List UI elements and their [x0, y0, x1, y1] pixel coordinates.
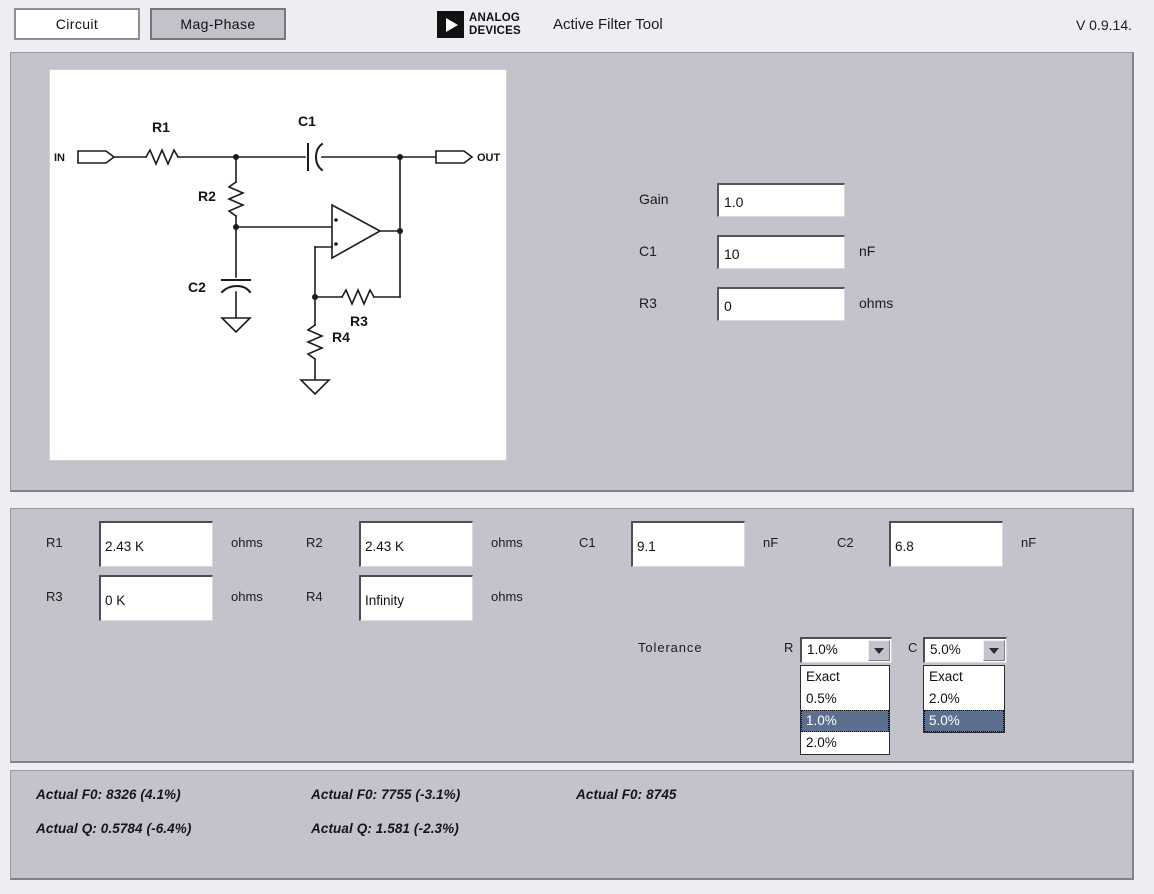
r1-value-input[interactable]	[99, 521, 213, 567]
chevron-down-icon[interactable]	[983, 640, 1005, 661]
tolerance-c-options-list[interactable]: Exact 2.0% 5.0%	[923, 665, 1005, 733]
tolerance-c-option-exact[interactable]: Exact	[924, 666, 1004, 688]
tolerance-r-options-list[interactable]: Exact 0.5% 1.0% 2.0%	[800, 665, 890, 755]
c2-value-unit: nF	[1021, 535, 1037, 550]
svg-text:C1: C1	[298, 113, 316, 129]
param-row-c1: C1 nF	[639, 235, 939, 269]
tolerance-r-option-2-0[interactable]: 2.0%	[801, 732, 889, 754]
value-cell-r3: R3 ohms	[46, 575, 306, 621]
r1-value-label: R1	[46, 535, 63, 550]
result-q-col2: Actual Q: 1.581 (-2.3%)	[311, 821, 459, 836]
r2-value-unit: ohms	[491, 535, 523, 550]
r4-value-unit: ohms	[491, 589, 523, 604]
tolerance-c-prefix: C	[908, 640, 918, 655]
result-f0-col1: Actual F0: 8326 (4.1%)	[36, 787, 181, 802]
circuit-schematic: IN OUT R1 C1 R2 C2 R3 R4	[49, 69, 507, 461]
tolerance-r-selected-value: 1.0%	[807, 642, 838, 657]
c1-value-label: C1	[579, 535, 596, 550]
value-cell-r4: R4 ohms	[306, 575, 566, 621]
tolerance-r-option-1-0[interactable]: 1.0%	[801, 710, 889, 732]
tolerance-r-option-0-5[interactable]: 0.5%	[801, 688, 889, 710]
top-bar: Circuit Mag-Phase ANALOG DEVICES Active …	[0, 0, 1154, 52]
chevron-down-icon[interactable]	[868, 640, 890, 661]
analog-devices-triangle-icon	[437, 11, 464, 38]
gain-label: Gain	[639, 191, 669, 207]
r2-value-input[interactable]	[359, 521, 473, 567]
value-cell-r2: R2 ohms	[306, 521, 566, 567]
result-q-col1: Actual Q: 0.5784 (-6.4%)	[36, 821, 192, 836]
circuit-panel: IN OUT R1 C1 R2 C2 R3 R4 Gain C1 nF	[10, 52, 1134, 492]
tolerance-label: Tolerance	[638, 640, 703, 655]
c2-value-input[interactable]	[889, 521, 1003, 567]
tolerance-r-option-exact[interactable]: Exact	[801, 666, 889, 688]
logo-line-analog: ANALOG	[469, 12, 521, 24]
analog-devices-wordmark: ANALOG DEVICES	[469, 12, 521, 37]
result-f0-col2: Actual F0: 7755 (-3.1%)	[311, 787, 461, 802]
r4-value-input[interactable]	[359, 575, 473, 621]
r3-target-input[interactable]	[717, 287, 845, 321]
c1-value-input[interactable]	[631, 521, 745, 567]
tolerance-c-selected-value: 5.0%	[930, 642, 961, 657]
active-filter-tool-window: Circuit Mag-Phase ANALOG DEVICES Active …	[0, 0, 1154, 894]
r3-value-label: R3	[46, 589, 63, 604]
r3-value-input[interactable]	[99, 575, 213, 621]
param-row-gain: Gain	[639, 183, 939, 217]
results-panel: Actual F0: 8326 (4.1%) Actual Q: 0.5784 …	[10, 770, 1134, 880]
r4-value-label: R4	[306, 589, 323, 604]
svg-text:C2: C2	[188, 279, 206, 295]
r2-value-label: R2	[306, 535, 323, 550]
tolerance-r-select[interactable]: 1.0%	[800, 637, 892, 663]
analog-devices-logo: ANALOG DEVICES	[437, 11, 521, 38]
value-cell-c2: C2 nF	[837, 521, 1087, 567]
svg-text:OUT: OUT	[477, 152, 501, 164]
tolerance-c-select[interactable]: 5.0%	[923, 637, 1007, 663]
c1-value-unit: nF	[763, 535, 779, 550]
tab-circuit[interactable]: Circuit	[14, 8, 140, 40]
logo-line-devices: DEVICES	[469, 24, 521, 37]
gain-input[interactable]	[717, 183, 845, 217]
value-cell-r1: R1 ohms	[46, 521, 306, 567]
c1-target-label: C1	[639, 243, 657, 259]
tab-mag-phase-label: Mag-Phase	[180, 16, 256, 32]
r1-value-unit: ohms	[231, 535, 263, 550]
svg-text:R2: R2	[198, 188, 216, 204]
c2-value-label: C2	[837, 535, 854, 550]
version-label: V 0.9.14.	[1075, 17, 1132, 33]
r3-target-unit: ohms	[859, 295, 894, 311]
tolerance-c-option-5-0[interactable]: 5.0%	[924, 710, 1004, 732]
c1-target-unit: nF	[859, 243, 876, 259]
tab-mag-phase[interactable]: Mag-Phase	[150, 8, 286, 40]
svg-text:IN: IN	[54, 152, 65, 164]
r3-value-unit: ohms	[231, 589, 263, 604]
svg-text:R1: R1	[152, 119, 170, 135]
tolerance-c-option-2-0[interactable]: 2.0%	[924, 688, 1004, 710]
svg-text:R3: R3	[350, 313, 368, 329]
value-cell-c1: C1 nF	[579, 521, 829, 567]
r3-target-label: R3	[639, 295, 657, 311]
c1-target-input[interactable]	[717, 235, 845, 269]
tab-circuit-label: Circuit	[55, 16, 99, 32]
svg-text:R4: R4	[332, 329, 350, 345]
result-f0-col3: Actual F0: 8745	[576, 787, 677, 802]
tolerance-r-prefix: R	[784, 640, 794, 655]
page-title: Active Filter Tool	[553, 16, 663, 33]
param-row-r3: R3 ohms	[639, 287, 939, 321]
